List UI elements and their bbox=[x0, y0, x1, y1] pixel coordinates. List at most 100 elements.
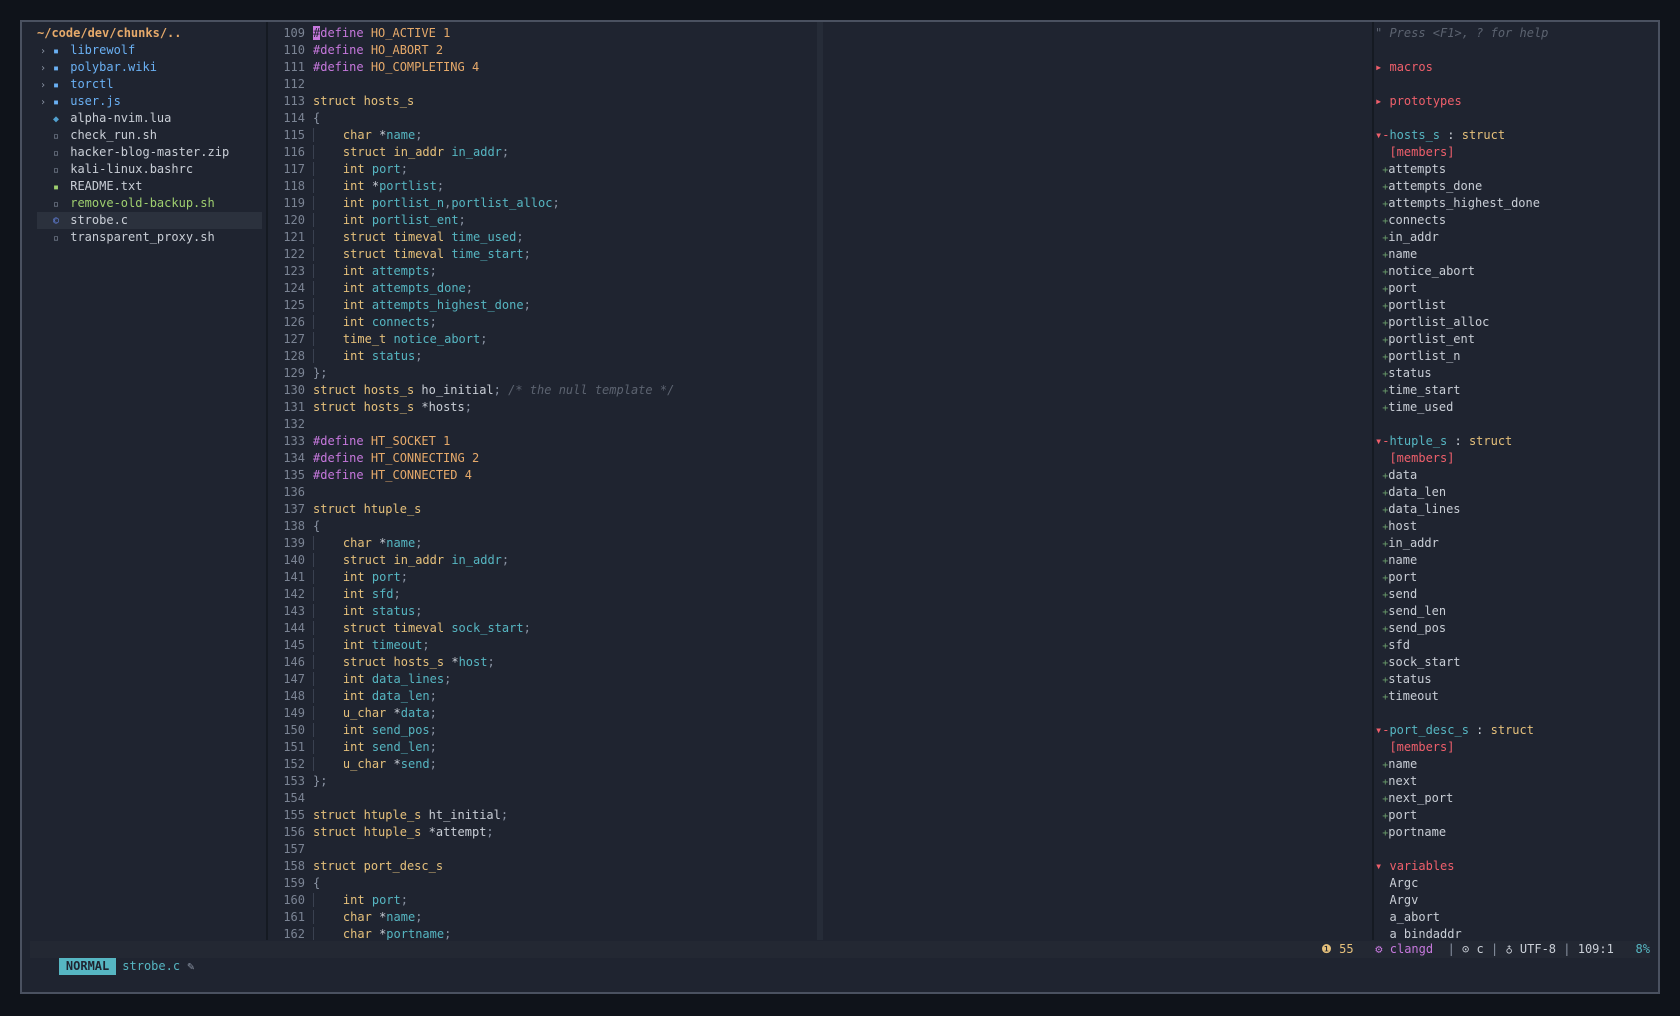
tagbar-member-item[interactable]: +notice_abort bbox=[1375, 263, 1658, 280]
tree-file-4[interactable]: ◆ alpha-nvim.lua bbox=[37, 110, 262, 127]
code-line[interactable]: 161 char *name; bbox=[267, 909, 892, 926]
code-line[interactable]: 162 char *portname; bbox=[267, 926, 892, 940]
code-line[interactable]: 145 int timeout; bbox=[267, 637, 892, 654]
code-line[interactable]: 123 int attempts; bbox=[267, 263, 892, 280]
tagbar-kind-variables[interactable]: ▾ variables bbox=[1375, 858, 1658, 875]
code-line[interactable]: 138 { bbox=[267, 518, 892, 535]
code-line[interactable]: 151 int send_len; bbox=[267, 739, 892, 756]
code-line[interactable]: 134 #define HT_CONNECTING 2 bbox=[267, 450, 892, 467]
code-line[interactable]: 114 { bbox=[267, 110, 892, 127]
tagbar-member-item[interactable]: +in_addr bbox=[1375, 229, 1658, 246]
code-line[interactable]: 143 int status; bbox=[267, 603, 892, 620]
tagbar-members-header[interactable]: [members] bbox=[1375, 144, 1658, 161]
code-line[interactable]: 158 struct port_desc_s bbox=[267, 858, 892, 875]
tree-folder-2[interactable]: › ▪ torctl bbox=[37, 76, 262, 93]
code-line[interactable]: 112 bbox=[267, 76, 892, 93]
tagbar-variable-item[interactable]: Argv bbox=[1375, 892, 1658, 909]
code-line[interactable]: 111 #define HO_COMPLETING 4 bbox=[267, 59, 892, 76]
tree-folder-0[interactable]: › ▪ librewolf bbox=[37, 42, 262, 59]
tagbar-member-item[interactable]: +name bbox=[1375, 246, 1658, 263]
tagbar-member-item[interactable]: +in_addr bbox=[1375, 535, 1658, 552]
code-line[interactable]: 153}; bbox=[267, 773, 892, 790]
code-line[interactable]: 128 int status; bbox=[267, 348, 892, 365]
code-line[interactable]: 160 int port; bbox=[267, 892, 892, 909]
tagbar-member-item[interactable]: +port bbox=[1375, 569, 1658, 586]
code-line[interactable]: 149 u_char *data; bbox=[267, 705, 892, 722]
tree-file-6[interactable]: ▫ hacker-blog-master.zip bbox=[37, 144, 262, 161]
code-line[interactable]: 157 bbox=[267, 841, 892, 858]
tree-file-8[interactable]: ▪ README.txt bbox=[37, 178, 262, 195]
tagbar-member-item[interactable]: +send_len bbox=[1375, 603, 1658, 620]
fold-icon[interactable]: ▾- bbox=[1375, 128, 1389, 142]
tagbar-member-item[interactable]: +attempts bbox=[1375, 161, 1658, 178]
chevron-right-icon[interactable]: › bbox=[37, 43, 49, 60]
code-line[interactable]: 118 int *portlist; bbox=[267, 178, 892, 195]
fold-icon[interactable]: ▾ bbox=[1375, 859, 1382, 873]
tagbar-member-item[interactable]: +next_port bbox=[1375, 790, 1658, 807]
code-line[interactable]: 117 int port; bbox=[267, 161, 892, 178]
code-line[interactable]: 127 time_t notice_abort; bbox=[267, 331, 892, 348]
code-line[interactable]: 150 int send_pos; bbox=[267, 722, 892, 739]
code-line[interactable]: 156 struct htuple_s *attempt; bbox=[267, 824, 892, 841]
tagbar-members-header[interactable]: [members] bbox=[1375, 739, 1658, 756]
tagbar-kind-macros[interactable]: ▸ macros bbox=[1375, 59, 1658, 76]
tagbar-member-item[interactable]: +time_start bbox=[1375, 382, 1658, 399]
code-line[interactable]: 140 struct in_addr in_addr; bbox=[267, 552, 892, 569]
tagbar-member-item[interactable]: +portname bbox=[1375, 824, 1658, 841]
fold-icon[interactable]: ▾- bbox=[1375, 723, 1389, 737]
tree-file-11[interactable]: ▫ transparent_proxy.sh bbox=[37, 229, 262, 246]
tagbar-member-item[interactable]: +data_lines bbox=[1375, 501, 1658, 518]
tagbar-member-item[interactable]: +connects bbox=[1375, 212, 1658, 229]
tree-folder-3[interactable]: › ▪ user.js bbox=[37, 93, 262, 110]
tagbar-member-item[interactable]: +data bbox=[1375, 467, 1658, 484]
code-line[interactable]: 152 u_char *send; bbox=[267, 756, 892, 773]
tagbar-member-item[interactable]: +send_pos bbox=[1375, 620, 1658, 637]
code-line[interactable]: 124 int attempts_done; bbox=[267, 280, 892, 297]
code-line[interactable]: 137 struct htuple_s bbox=[267, 501, 892, 518]
tagbar-variable-item[interactable]: a_bindaddr bbox=[1375, 926, 1658, 940]
chevron-right-icon[interactable]: › bbox=[37, 77, 49, 94]
tagbar-member-item[interactable]: +portlist_n bbox=[1375, 348, 1658, 365]
tagbar-struct-port_desc_s[interactable]: ▾-port_desc_s : struct bbox=[1375, 722, 1658, 739]
code-editor[interactable]: 109 #define HO_ACTIVE 1 110 #define HO_ABOR… bbox=[267, 22, 892, 940]
code-line[interactable]: 142 int sfd; bbox=[267, 586, 892, 603]
code-line[interactable]: 113 struct hosts_s bbox=[267, 93, 892, 110]
code-line[interactable]: 148 int data_len; bbox=[267, 688, 892, 705]
code-line[interactable]: 141 int port; bbox=[267, 569, 892, 586]
tree-file-7[interactable]: ▫ kali-linux.bashrc bbox=[37, 161, 262, 178]
code-line[interactable]: 136 bbox=[267, 484, 892, 501]
fold-icon[interactable]: ▾- bbox=[1375, 434, 1389, 448]
tagbar-member-item[interactable]: +name bbox=[1375, 552, 1658, 569]
tagbar-member-item[interactable]: +attempts_highest_done bbox=[1375, 195, 1658, 212]
tagbar-member-item[interactable]: +send bbox=[1375, 586, 1658, 603]
tree-root-path[interactable]: ~/code/dev/chunks/.. bbox=[37, 25, 262, 42]
code-line[interactable]: 131 struct hosts_s *hosts; bbox=[267, 399, 892, 416]
code-line[interactable]: 139 char *name; bbox=[267, 535, 892, 552]
code-line[interactable]: 147 int data_lines; bbox=[267, 671, 892, 688]
code-line[interactable]: 144 struct timeval sock_start; bbox=[267, 620, 892, 637]
tagbar-member-item[interactable]: +portlist_alloc bbox=[1375, 314, 1658, 331]
tagbar-member-item[interactable]: +name bbox=[1375, 756, 1658, 773]
code-line[interactable]: 133 #define HT_SOCKET 1 bbox=[267, 433, 892, 450]
tree-file-5[interactable]: ▫ check_run.sh bbox=[37, 127, 262, 144]
tagbar-member-item[interactable]: +host bbox=[1375, 518, 1658, 535]
tagbar-members-header[interactable]: [members] bbox=[1375, 450, 1658, 467]
fold-icon[interactable]: ▸ bbox=[1375, 94, 1382, 108]
tree-file-9[interactable]: ▫ remove-old-backup.sh bbox=[37, 195, 262, 212]
code-line[interactable]: 125 int attempts_highest_done; bbox=[267, 297, 892, 314]
code-line[interactable]: 132 bbox=[267, 416, 892, 433]
tagbar-member-item[interactable]: +status bbox=[1375, 365, 1658, 382]
code-line[interactable]: 121 struct timeval time_used; bbox=[267, 229, 892, 246]
code-line[interactable]: 159 { bbox=[267, 875, 892, 892]
empty-split-pane[interactable] bbox=[823, 22, 1293, 940]
code-line[interactable]: 119 int portlist_n,portlist_alloc; bbox=[267, 195, 892, 212]
tagbar-member-item[interactable]: +sfd bbox=[1375, 637, 1658, 654]
code-line[interactable]: 155 struct htuple_s ht_initial; bbox=[267, 807, 892, 824]
tagbar-variable-item[interactable]: a_abort bbox=[1375, 909, 1658, 926]
code-line[interactable]: 109 #define HO_ACTIVE 1 bbox=[267, 25, 892, 42]
tagbar-member-item[interactable]: +time_used bbox=[1375, 399, 1658, 416]
fold-icon[interactable]: ▸ bbox=[1375, 60, 1382, 74]
tree-file-10[interactable]: © strobe.c bbox=[37, 212, 262, 229]
tagbar-struct-htuple_s[interactable]: ▾-htuple_s : struct bbox=[1375, 433, 1658, 450]
tagbar-member-item[interactable]: +port bbox=[1375, 807, 1658, 824]
